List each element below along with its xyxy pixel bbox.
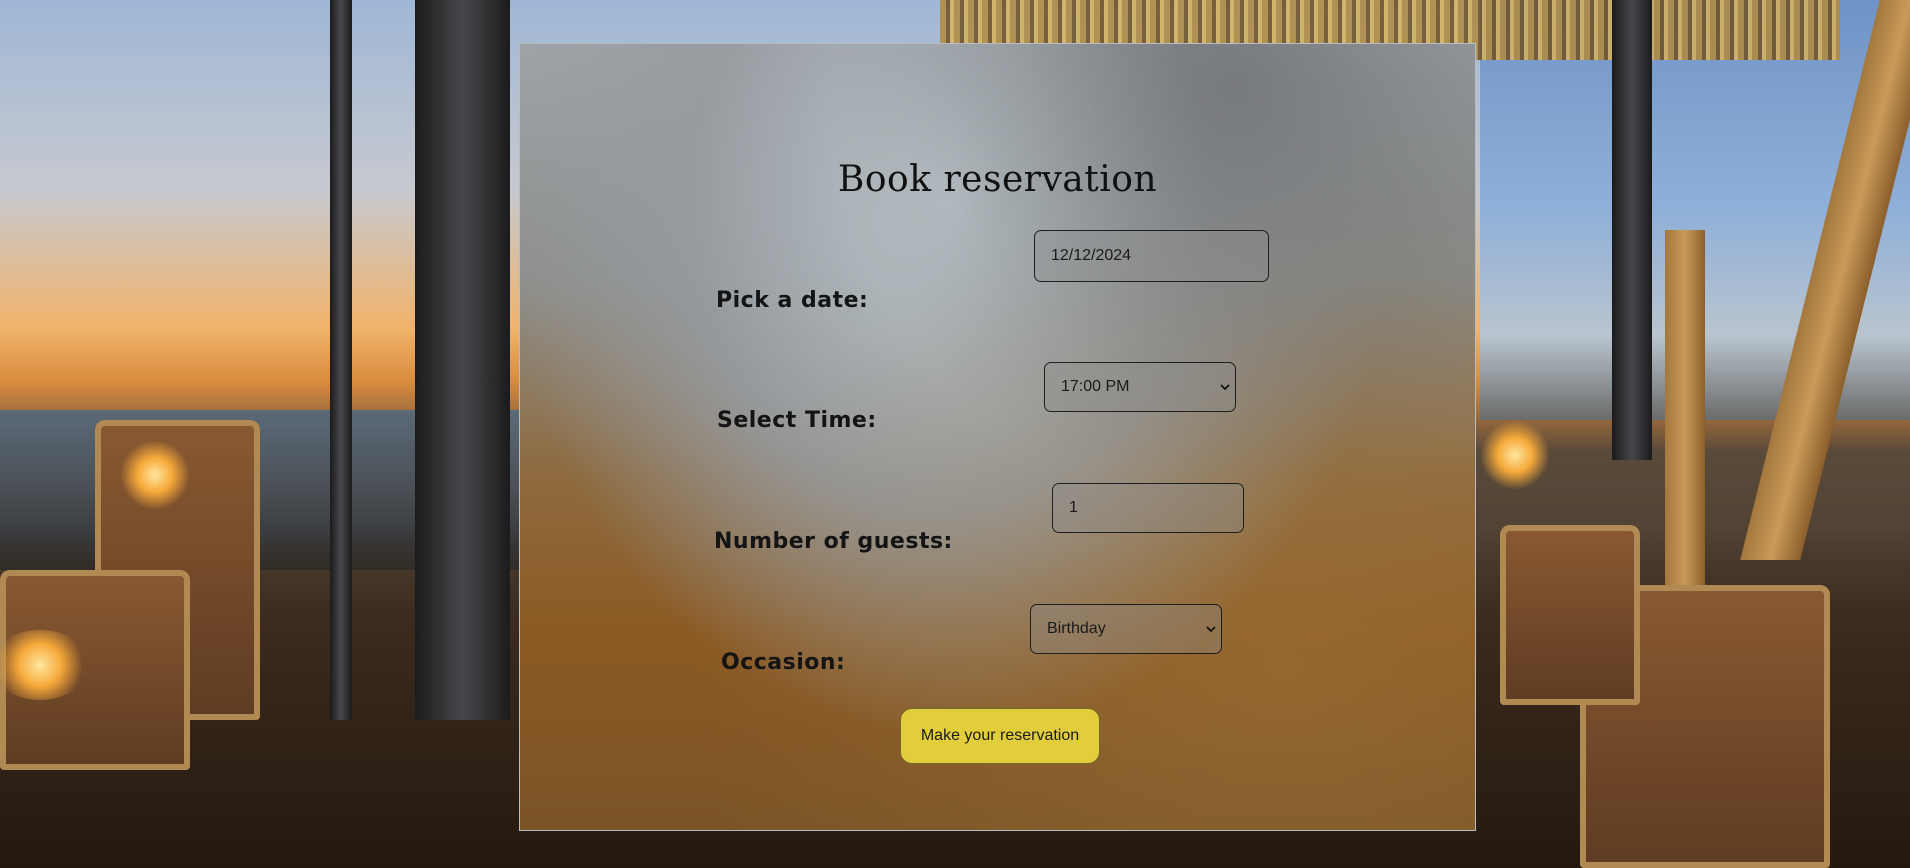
guests-value: 1 bbox=[1069, 499, 1078, 516]
page-title: Book reservation bbox=[837, 159, 1158, 200]
reservation-form-panel: Book reservation Pick a date: 12/12/2024… bbox=[519, 43, 1476, 831]
make-reservation-button[interactable]: Make your reservation bbox=[900, 708, 1100, 764]
occasion-selected-value: Birthday bbox=[1047, 620, 1106, 637]
chair bbox=[1500, 525, 1640, 705]
time-label: Select Time: bbox=[717, 408, 877, 433]
date-input[interactable]: 12/12/2024 bbox=[1034, 230, 1269, 282]
occasion-label: Occasion: bbox=[721, 650, 846, 675]
date-value: 12/12/2024 bbox=[1051, 247, 1132, 264]
time-selected-value: 17:00 PM bbox=[1061, 378, 1130, 395]
window-pillar bbox=[415, 0, 510, 720]
chevron-down-icon bbox=[1215, 363, 1235, 411]
guests-input[interactable]: 1 bbox=[1052, 483, 1244, 533]
time-select[interactable]: 17:00 PM bbox=[1044, 362, 1236, 412]
window-pillar bbox=[1612, 0, 1652, 460]
guests-label: Number of guests: bbox=[714, 529, 953, 554]
window-pillar bbox=[330, 0, 352, 720]
wall-lamp bbox=[120, 440, 190, 510]
table-lamp bbox=[1480, 420, 1550, 490]
occasion-select[interactable]: Birthday bbox=[1030, 604, 1222, 654]
date-label: Pick a date: bbox=[716, 288, 869, 313]
chevron-down-icon bbox=[1201, 605, 1221, 653]
